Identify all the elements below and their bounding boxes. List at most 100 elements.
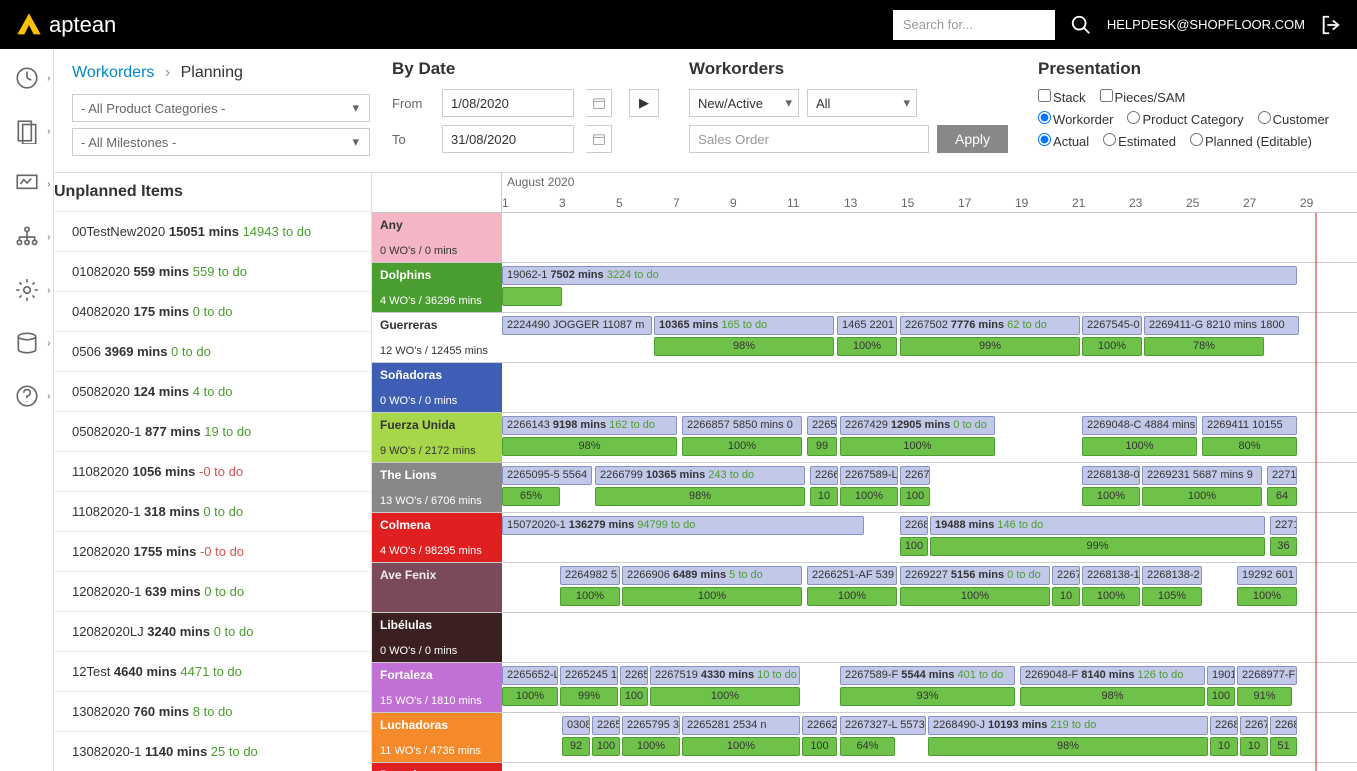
workorder-bar[interactable]: 2265245 1 [560, 666, 618, 685]
workorder-bar[interactable]: 2268138-1 [1082, 566, 1140, 585]
workorder-bar[interactable]: 2266857 5850 mins 0 [682, 416, 802, 435]
progress-bar[interactable]: 10 [810, 487, 838, 506]
workorder-bar[interactable]: 2268977-F [1237, 666, 1297, 685]
progress-bar[interactable]: 100% [1082, 437, 1197, 456]
progress-bar[interactable]: 100% [1082, 487, 1140, 506]
workorder-bar[interactable]: 19488 mins 146 to do [930, 516, 1265, 535]
team-label[interactable]: Soñadoras0 WO's / 0 mins [372, 363, 502, 412]
play-button[interactable]: ▶ [629, 89, 659, 117]
unplanned-item[interactable]: 12082020LJ 3240 mins 0 to do [54, 611, 371, 651]
workorder-bar[interactable]: 15072020-1 136279 mins 94799 to do [502, 516, 864, 535]
progress-bar[interactable]: 100% [1142, 487, 1262, 506]
progress-bar[interactable]: 100% [1082, 337, 1142, 356]
progress-bar[interactable]: 100% [622, 587, 802, 606]
progress-bar[interactable]: 98% [502, 437, 677, 456]
progress-bar[interactable]: 98% [654, 337, 834, 356]
workorder-bar[interactable]: 2268138-0 [1082, 466, 1140, 485]
from-date-input[interactable]: 1/08/2020 [442, 89, 574, 117]
progress-bar[interactable]: 100% [650, 687, 800, 706]
workorder-radio[interactable]: Workorder [1038, 111, 1113, 127]
sidebar-data[interactable]: › [13, 329, 41, 357]
team-label[interactable]: Libélulas0 WO's / 0 mins [372, 613, 502, 662]
breadcrumb-root[interactable]: Workorders [72, 64, 154, 81]
progress-bar[interactable]: 10 [1052, 587, 1080, 606]
workorder-bar[interactable]: 2268 [1210, 716, 1238, 735]
workorder-bar[interactable]: 1465 2201 [837, 316, 897, 335]
scope-select[interactable]: All [807, 89, 917, 117]
sidebar-settings[interactable]: › [13, 276, 41, 304]
estimated-radio[interactable]: Estimated [1103, 133, 1176, 149]
workorder-bar[interactable]: 2267545-0 [1082, 316, 1142, 335]
unplanned-item[interactable]: 01082020 559 mins 559 to do [54, 251, 371, 291]
workorder-bar[interactable]: 2266251-AF 539 [807, 566, 897, 585]
workorder-bar[interactable]: 2267 [900, 466, 930, 485]
workorder-bar[interactable]: 0308 [562, 716, 590, 735]
progress-bar[interactable]: 99% [560, 687, 618, 706]
progress-bar[interactable]: 100% [840, 437, 995, 456]
workorder-bar[interactable]: 2265652-L [502, 666, 558, 685]
progress-bar[interactable]: 100% [807, 587, 897, 606]
workorder-bar[interactable]: 2265 [620, 666, 648, 685]
workorder-bar[interactable]: 2265 [807, 416, 837, 435]
unplanned-item[interactable]: 11082020 1056 mins -0 to do [54, 451, 371, 491]
progress-bar[interactable]: 100% [1237, 587, 1297, 606]
progress-bar[interactable]: 100% [840, 487, 898, 506]
gantt-chart[interactable]: August 2020 1357911131517192123252729 An… [372, 173, 1357, 771]
progress-bar[interactable]: 98% [928, 737, 1208, 756]
workorder-bar[interactable]: 10365 mins 165 to do [654, 316, 834, 335]
workorder-bar[interactable]: 2265281 2534 n [682, 716, 800, 735]
progress-bar[interactable]: 99% [930, 537, 1265, 556]
workorder-bar[interactable]: 2268490-J 10193 mins 219 to do [928, 716, 1208, 735]
progress-bar[interactable]: 100 [1207, 687, 1235, 706]
bars-area[interactable]: 2265095-5 55642266799 10365 mins 243 to … [502, 463, 1357, 512]
unplanned-item[interactable]: 12082020-1 639 mins 0 to do [54, 571, 371, 611]
unplanned-item[interactable]: 13082020-1 1140 mins 25 to do [54, 731, 371, 771]
progress-bar[interactable]: 92 [562, 737, 590, 756]
unplanned-item[interactable]: 04082020 175 mins 0 to do [54, 291, 371, 331]
progress-bar[interactable]: 100 [900, 537, 928, 556]
workorder-bar[interactable]: 1901 [1207, 666, 1235, 685]
pieces-checkbox[interactable]: Pieces/SAM [1100, 89, 1186, 105]
progress-bar[interactable]: 100% [682, 437, 802, 456]
workorder-bar[interactable]: 2264982 5 [560, 566, 620, 585]
workorder-bar[interactable]: 2267589-F 5544 mins 401 to do [840, 666, 1015, 685]
workorder-bar[interactable]: 2267502 7776 mins 62 to do [900, 316, 1080, 335]
workorder-bar[interactable]: 2266251 5 [802, 716, 837, 735]
team-label[interactable]: Guerreras12 WO's / 12455 mins [372, 313, 502, 362]
team-label[interactable]: Fuerza Unida9 WO's / 2172 mins [372, 413, 502, 462]
progress-bar[interactable]: 91% [1237, 687, 1292, 706]
progress-bar[interactable]: 51 [1270, 737, 1297, 756]
sidebar-org[interactable]: › [13, 223, 41, 251]
workorder-bar[interactable]: 22683 [900, 516, 928, 535]
stack-checkbox[interactable]: Stack [1038, 89, 1086, 105]
progress-bar[interactable]: 100% [1082, 587, 1140, 606]
sidebar-monitor[interactable]: › [13, 170, 41, 198]
progress-bar[interactable]: 100 [592, 737, 620, 756]
workorder-bar[interactable]: 2267519 4330 mins 10 to do [650, 666, 800, 685]
workorder-bar[interactable]: 2267589-L [840, 466, 898, 485]
workorder-bar[interactable]: 2269411 10155 [1202, 416, 1297, 435]
unplanned-item[interactable]: 13082020 760 mins 8 to do [54, 691, 371, 731]
progress-bar[interactable]: 100 [802, 737, 837, 756]
progress-bar[interactable]: 10 [1210, 737, 1238, 756]
workorder-bar[interactable]: 2265095-5 5564 [502, 466, 592, 485]
brand-logo[interactable]: aptean [15, 11, 116, 39]
workorder-bar[interactable]: 2266 [810, 466, 838, 485]
bars-area[interactable] [502, 763, 1357, 771]
workorder-bar[interactable]: 19062-1 7502 mins 3224 to do [502, 266, 1297, 285]
workorder-bar[interactable]: 2271 [1267, 466, 1297, 485]
workorder-bar[interactable]: 2266906 6489 mins 5 to do [622, 566, 802, 585]
bars-area[interactable]: 2224490 JOGGER 11087 m10365 mins 165 to … [502, 313, 1357, 362]
actual-radio[interactable]: Actual [1038, 133, 1089, 149]
workorder-bar[interactable]: 2265795 3 [622, 716, 680, 735]
sidebar-dashboard[interactable]: › [13, 64, 41, 92]
progress-bar[interactable]: 93% [840, 687, 1015, 706]
team-label[interactable]: Luchadoras11 WO's / 4736 mins [372, 713, 502, 762]
bars-area[interactable]: 2265652-L2265245 122652267519 4330 mins … [502, 663, 1357, 712]
workorder-bar[interactable]: 2271 [1270, 516, 1297, 535]
unplanned-item[interactable]: 11082020-1 318 mins 0 to do [54, 491, 371, 531]
workorder-bar[interactable]: 2268138-2 [1142, 566, 1202, 585]
team-label[interactable]: Ave Fenix [372, 563, 502, 612]
team-label[interactable]: Dotacion [372, 763, 502, 771]
planned-radio[interactable]: Planned (Editable) [1190, 133, 1312, 149]
